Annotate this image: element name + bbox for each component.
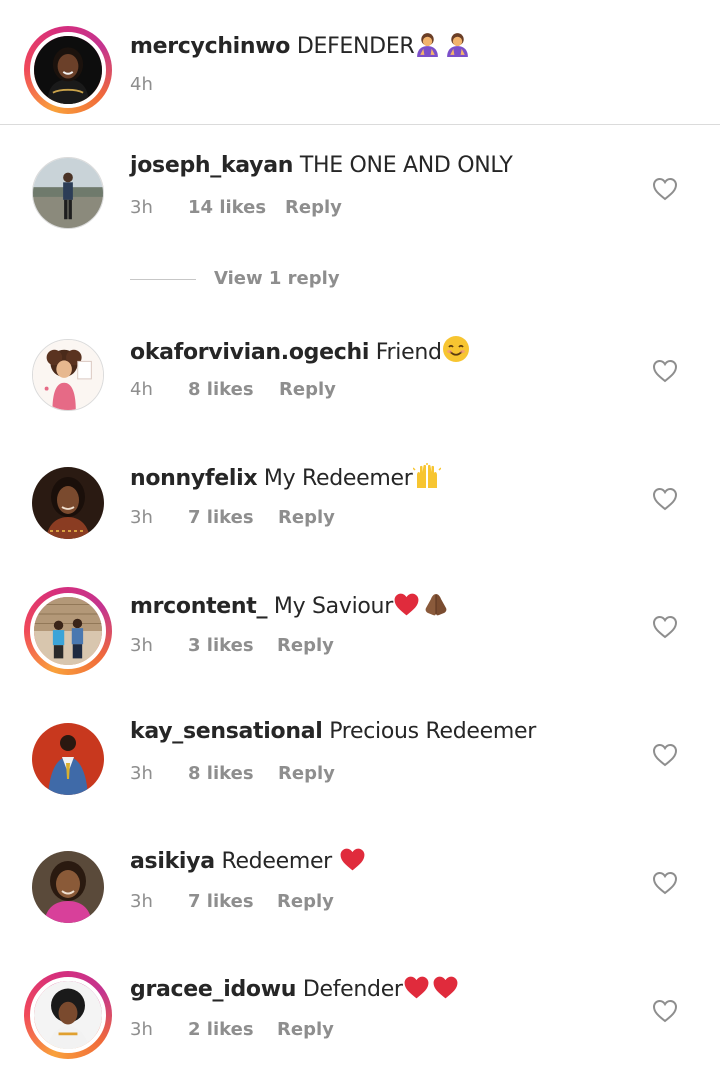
woman-bowing-icon: [444, 30, 471, 57]
comment-username[interactable]: gracee_idowu: [130, 977, 296, 1002]
avatar-image: [32, 851, 104, 923]
avatar-image: [30, 32, 106, 108]
red-heart-icon: [339, 847, 366, 872]
red-heart-icon: [432, 975, 459, 1000]
red-heart-icon: [393, 592, 420, 617]
comment-time: 3h: [130, 1019, 153, 1040]
raising-hands-icon: [413, 463, 441, 489]
comment-row: okaforvivian.ogechi Friend 4h 8 likes Re…: [0, 327, 720, 417]
folded-hands-icon: [422, 591, 450, 617]
comment-row: nonnyfelix My Redeemer 3h 7 likes Reply: [0, 455, 720, 545]
comment-username[interactable]: joseph_kayan: [130, 153, 293, 178]
woman-bowing-icon: [414, 30, 441, 57]
avatar-image: [32, 467, 104, 539]
like-heart-icon[interactable]: [652, 487, 678, 511]
reply-button[interactable]: Reply: [277, 891, 334, 912]
comment-row: asikiya Redeemer 3h 7 likes Reply: [0, 839, 720, 929]
avatar[interactable]: [24, 26, 112, 114]
reply-button[interactable]: Reply: [278, 763, 335, 784]
avatar-image: [30, 593, 106, 669]
caption-row: mercychinwo DEFENDER 4h: [0, 0, 720, 124]
avatar[interactable]: [24, 715, 112, 803]
like-heart-icon[interactable]: [652, 177, 678, 201]
avatar[interactable]: [24, 459, 112, 547]
like-heart-icon[interactable]: [652, 999, 678, 1023]
avatar[interactable]: [24, 971, 112, 1059]
comment-time: 4h: [130, 379, 153, 400]
caption-text: DEFENDER: [296, 34, 415, 59]
comment-username[interactable]: okaforvivian.ogechi: [130, 340, 369, 365]
comment-line: kay_sensational Precious Redeemer: [130, 719, 536, 744]
avatar[interactable]: [24, 149, 112, 237]
comment-text: THE ONE AND ONLY: [299, 153, 513, 178]
like-heart-icon[interactable]: [652, 743, 678, 767]
reply-button[interactable]: Reply: [285, 197, 342, 218]
red-heart-icon: [403, 975, 430, 1000]
comment-likes[interactable]: 2 likes: [188, 1019, 254, 1040]
comment-row: gracee_idowu Defender 3h 2 likes Reply: [0, 967, 720, 1059]
smiling-face-icon: [442, 335, 470, 363]
comment-time: 3h: [130, 507, 153, 528]
comment-likes[interactable]: 8 likes: [188, 379, 254, 400]
comment-row: mrcontent_ My Saviour 3h 3 likes Reply: [0, 583, 720, 675]
comment-line: mrcontent_ My Saviour: [130, 591, 450, 619]
caption-line: mercychinwo DEFENDER: [130, 30, 471, 59]
reply-button[interactable]: Reply: [277, 1019, 334, 1040]
comment-row: joseph_kayan THE ONE AND ONLY 3h 14 like…: [0, 145, 720, 235]
avatar-image: [32, 723, 104, 795]
comment-username[interactable]: kay_sensational: [130, 719, 323, 744]
avatar-image: [32, 339, 104, 411]
comment-line: asikiya Redeemer: [130, 847, 366, 874]
divider: [0, 124, 720, 125]
view-replies-label: View 1 reply: [214, 268, 340, 289]
reply-button[interactable]: Reply: [278, 507, 335, 528]
avatar[interactable]: [24, 331, 112, 419]
comment-line: joseph_kayan THE ONE AND ONLY: [130, 153, 513, 178]
caption-time: 4h: [130, 74, 153, 95]
comment-time: 3h: [130, 635, 153, 656]
reply-button[interactable]: Reply: [279, 379, 336, 400]
comment-likes[interactable]: 3 likes: [188, 635, 254, 656]
comment-text: Friend: [375, 340, 442, 365]
comment-line: okaforvivian.ogechi Friend: [130, 335, 470, 365]
comment-line: nonnyfelix My Redeemer: [130, 463, 441, 491]
comment-likes[interactable]: 7 likes: [188, 891, 254, 912]
comment-row: kay_sensational Precious Redeemer 3h 8 l…: [0, 711, 720, 801]
avatar-image: [30, 977, 106, 1053]
like-heart-icon[interactable]: [652, 359, 678, 383]
comment-time: 3h: [130, 197, 153, 218]
comment-text: Defender: [302, 977, 403, 1002]
comment-username[interactable]: asikiya: [130, 849, 215, 874]
comment-likes[interactable]: 8 likes: [188, 763, 254, 784]
caption-username[interactable]: mercychinwo: [130, 34, 290, 59]
comment-line: gracee_idowu Defender: [130, 975, 459, 1002]
reply-divider: [130, 279, 196, 280]
comment-text: My Redeemer: [263, 466, 413, 491]
avatar[interactable]: [24, 843, 112, 931]
avatar[interactable]: [24, 587, 112, 675]
comment-username[interactable]: mrcontent_: [130, 594, 268, 619]
comment-likes[interactable]: 14 likes: [188, 197, 266, 218]
view-replies-button[interactable]: View 1 reply: [130, 268, 390, 292]
comment-text: Precious Redeemer: [329, 719, 537, 744]
comment-likes[interactable]: 7 likes: [188, 507, 254, 528]
comment-time: 3h: [130, 891, 153, 912]
like-heart-icon[interactable]: [652, 871, 678, 895]
avatar-image: [32, 157, 104, 229]
comment-time: 3h: [130, 763, 153, 784]
reply-button[interactable]: Reply: [277, 635, 334, 656]
comment-text: Redeemer: [221, 849, 332, 874]
comment-username[interactable]: nonnyfelix: [130, 466, 258, 491]
like-heart-icon[interactable]: [652, 615, 678, 639]
comment-text: My Saviour: [273, 594, 393, 619]
